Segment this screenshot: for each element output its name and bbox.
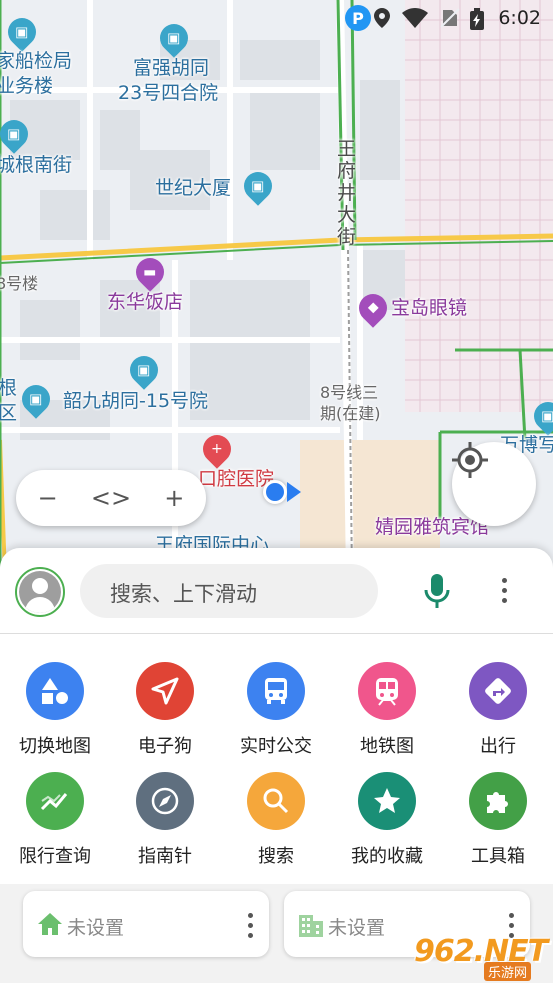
zoom-out-button[interactable]: − bbox=[23, 484, 73, 512]
map-label-shaojiu-hutong[interactable]: 韶九胡同-15号院 bbox=[63, 390, 208, 412]
user-icon bbox=[19, 571, 61, 613]
office-icon bbox=[298, 912, 324, 942]
map-label-shipping-bureau-2[interactable]: 业务楼 bbox=[0, 75, 53, 97]
feature-search[interactable]: 搜索 bbox=[221, 772, 331, 882]
feature-grid: 切换地图 电子狗 实时公交 地铁图 出行 限行查询 指南针 搜索 我的收藏 工具… bbox=[0, 634, 553, 884]
trend-icon bbox=[26, 772, 84, 830]
map-label-line8-2[interactable]: 期(在建) bbox=[320, 404, 381, 424]
more-vert-icon bbox=[494, 574, 514, 603]
directions-icon bbox=[469, 662, 527, 720]
home-shortcut-more-button[interactable] bbox=[248, 909, 253, 938]
feature-label: 实时公交 bbox=[240, 736, 312, 757]
feature-label: 搜索 bbox=[258, 846, 294, 867]
zoom-control: − <> + bbox=[16, 470, 206, 526]
map-label-baodao-glasses[interactable]: 宝岛眼镜 bbox=[391, 297, 467, 319]
navigation-arrow-icon bbox=[136, 662, 194, 720]
crosshair-icon bbox=[452, 442, 488, 478]
feature-favorites[interactable]: 我的收藏 bbox=[332, 772, 442, 882]
status-bar: P 6:02 bbox=[0, 0, 553, 38]
feature-restriction-query[interactable]: 限行查询 bbox=[0, 772, 110, 882]
star-icon bbox=[358, 772, 416, 830]
map-label-century-tower[interactable]: 世纪大厦 bbox=[155, 177, 231, 199]
feature-speed-camera[interactable]: 电子狗 bbox=[110, 662, 220, 772]
zoom-in-button[interactable]: + bbox=[149, 484, 199, 512]
map-label-fuqiang-1[interactable]: 富强胡同 bbox=[133, 57, 209, 79]
map-label-dental-hospital[interactable]: 口腔医院 bbox=[198, 468, 274, 490]
feature-label: 切换地图 bbox=[19, 736, 91, 757]
feature-label: 地铁图 bbox=[360, 736, 414, 757]
more-options-button[interactable] bbox=[494, 574, 514, 608]
map-label-shipping-bureau-1[interactable]: 家船检局 bbox=[0, 50, 72, 72]
bottom-sheet[interactable]: 搜索、上下滑动 切换地图 电子狗 实时公交 地铁图 出行 限行查询 指南针 搜索… bbox=[0, 548, 553, 983]
current-location-marker bbox=[263, 480, 287, 504]
map-label-gen-qu-2[interactable]: 区 bbox=[0, 402, 17, 424]
feature-compass[interactable]: 指南针 bbox=[110, 772, 220, 882]
microphone-icon[interactable] bbox=[424, 574, 450, 614]
feature-toolbox[interactable]: 工具箱 bbox=[443, 772, 553, 882]
more-vert-icon bbox=[248, 909, 253, 938]
feature-realtime-bus[interactable]: 实时公交 bbox=[221, 662, 331, 772]
feature-travel[interactable]: 出行 bbox=[443, 662, 553, 772]
puzzle-icon bbox=[469, 772, 527, 830]
home-shortcut[interactable]: 未设置 bbox=[23, 891, 269, 957]
status-time: 6:02 bbox=[498, 7, 541, 29]
shapes-icon bbox=[26, 662, 84, 720]
map-label-gen-qu-1[interactable]: 根 bbox=[0, 377, 17, 399]
search-placeholder: 搜索、上下滑动 bbox=[110, 582, 257, 606]
office-shortcut-label: 未设置 bbox=[328, 917, 386, 939]
map-label-fuqiang-2[interactable]: 23号四合院 bbox=[118, 82, 218, 104]
feature-label: 我的收藏 bbox=[351, 846, 423, 867]
map-label-donghua-hotel[interactable]: 东华饭店 bbox=[107, 291, 183, 313]
compass-icon bbox=[136, 772, 194, 830]
feature-subway-map[interactable]: 地铁图 bbox=[332, 662, 442, 772]
watermark-subtext: 乐游网 bbox=[484, 962, 532, 981]
search-icon bbox=[247, 772, 305, 830]
feature-label: 指南针 bbox=[138, 846, 192, 867]
heading-arrow-icon bbox=[287, 482, 301, 502]
map-label-cheng-gen[interactable]: 城根南街 bbox=[0, 154, 72, 176]
home-shortcut-label: 未设置 bbox=[67, 917, 125, 939]
map-label-wangfujing-street[interactable]: 王府井大街 bbox=[337, 138, 357, 248]
home-icon bbox=[37, 912, 63, 940]
bus-icon bbox=[247, 662, 305, 720]
feature-label: 出行 bbox=[480, 736, 516, 757]
search-row: 搜索、上下滑动 bbox=[0, 548, 553, 634]
map-view[interactable]: P 6:02 ▣ 家船检局 业务楼 ▣ 富强胡同 23号四合院 ▣ 城根南街 世… bbox=[0, 0, 553, 575]
watermark-logo: 962.NET 乐游网 bbox=[414, 934, 550, 981]
feature-label: 电子狗 bbox=[138, 736, 192, 757]
feature-label: 限行查询 bbox=[19, 846, 91, 867]
locate-me-button[interactable] bbox=[452, 442, 536, 526]
feature-label: 工具箱 bbox=[471, 846, 525, 867]
zoom-toggle-button[interactable]: <> bbox=[86, 484, 136, 512]
avatar[interactable] bbox=[15, 567, 65, 617]
subway-icon bbox=[358, 662, 416, 720]
map-label-building8[interactable]: 8号楼 bbox=[0, 274, 38, 294]
parking-icon: P bbox=[345, 5, 371, 31]
feature-switch-map[interactable]: 切换地图 bbox=[0, 662, 110, 772]
search-input[interactable]: 搜索、上下滑动 bbox=[80, 564, 378, 618]
map-label-line8-1[interactable]: 8号线三 bbox=[320, 383, 378, 403]
